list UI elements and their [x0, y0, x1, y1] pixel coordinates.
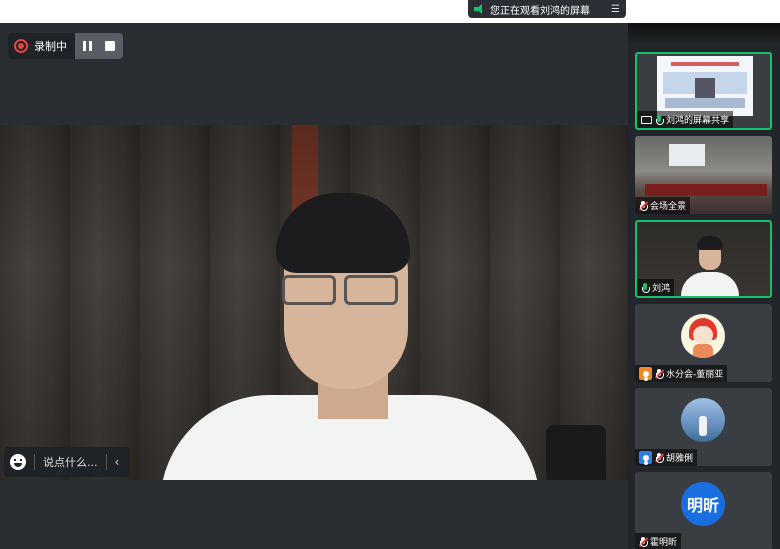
mic-muted-icon	[638, 536, 649, 547]
shared-screen-thumbnail	[657, 56, 753, 116]
mic-muted-icon	[638, 200, 649, 211]
participant-name: 刘鸿	[652, 284, 671, 294]
participant-name: 会场全景	[650, 202, 687, 212]
participant-name: 胡雅俐	[666, 454, 694, 464]
participant-sidebar: 刘鸿的屏幕共享 会场全景 刘鸿 水分会-董丽亚 胡雅俐 明昕 霍明昕	[628, 23, 780, 549]
record-dot-icon	[14, 39, 28, 53]
avatar	[681, 398, 725, 442]
participant-tile-huyali[interactable]: 胡雅俐	[635, 388, 772, 466]
participant-nametag: 会场全景	[635, 197, 691, 214]
stop-recording-button[interactable]	[105, 41, 115, 51]
speaker-glasses	[282, 275, 404, 309]
main-video-feed	[0, 125, 628, 480]
window-top-bar: 您正在观看刘鸿的屏幕 ☰	[0, 0, 780, 23]
participant-name: 霍明昕	[650, 538, 678, 548]
speaker-icon	[474, 4, 485, 14]
chat-input-bar[interactable]: 说点什么... ‹	[4, 447, 130, 477]
divider	[105, 454, 107, 470]
recording-bar: 录制中	[8, 33, 123, 59]
user-icon	[639, 367, 652, 380]
participant-name: 水分会-董丽亚	[666, 370, 724, 380]
viewing-banner-text: 您正在观看刘鸿的屏幕	[490, 5, 590, 17]
participant-nametag: 胡雅俐	[635, 449, 698, 466]
user-icon	[639, 451, 652, 464]
participant-tile-screen-share[interactable]: 刘鸿的屏幕共享	[635, 52, 772, 130]
participant-tile-huomingxin[interactable]: 明昕 霍明昕	[635, 472, 772, 549]
participant-nametag: 刘鸿	[637, 279, 675, 296]
recording-controls	[75, 33, 123, 59]
participant-name: 刘鸿的屏幕共享	[666, 116, 730, 126]
participant-tile-venue[interactable]: 会场全景	[635, 136, 772, 214]
screen-share-icon	[641, 115, 652, 124]
avatar: 明昕	[681, 482, 725, 526]
recording-status: 录制中	[8, 33, 75, 59]
avatar	[681, 314, 725, 358]
recording-label: 录制中	[34, 40, 67, 53]
participant-tile-liuhong[interactable]: 刘鸿	[635, 220, 772, 298]
mic-muted-icon	[654, 368, 665, 379]
participant-nametag: 水分会-董丽亚	[635, 365, 728, 382]
mic-icon	[641, 282, 650, 293]
viewing-screen-banner[interactable]: 您正在观看刘鸿的屏幕 ☰	[468, 0, 626, 18]
pause-recording-button[interactable]	[83, 41, 93, 51]
menu-icon[interactable]: ☰	[611, 4, 620, 15]
mic-icon	[655, 114, 664, 125]
chevron-left-icon[interactable]: ‹	[115, 455, 120, 469]
chat-input[interactable]: 说点什么...	[43, 454, 98, 470]
chair	[546, 425, 606, 480]
mic-muted-icon	[654, 452, 665, 463]
participant-nametag: 刘鸿的屏幕共享	[637, 111, 734, 128]
participant-nametag: 霍明昕	[635, 533, 682, 549]
emoji-icon[interactable]	[10, 454, 26, 470]
participant-tile-dongliya[interactable]: 水分会-董丽亚	[635, 304, 772, 382]
divider	[34, 454, 35, 470]
